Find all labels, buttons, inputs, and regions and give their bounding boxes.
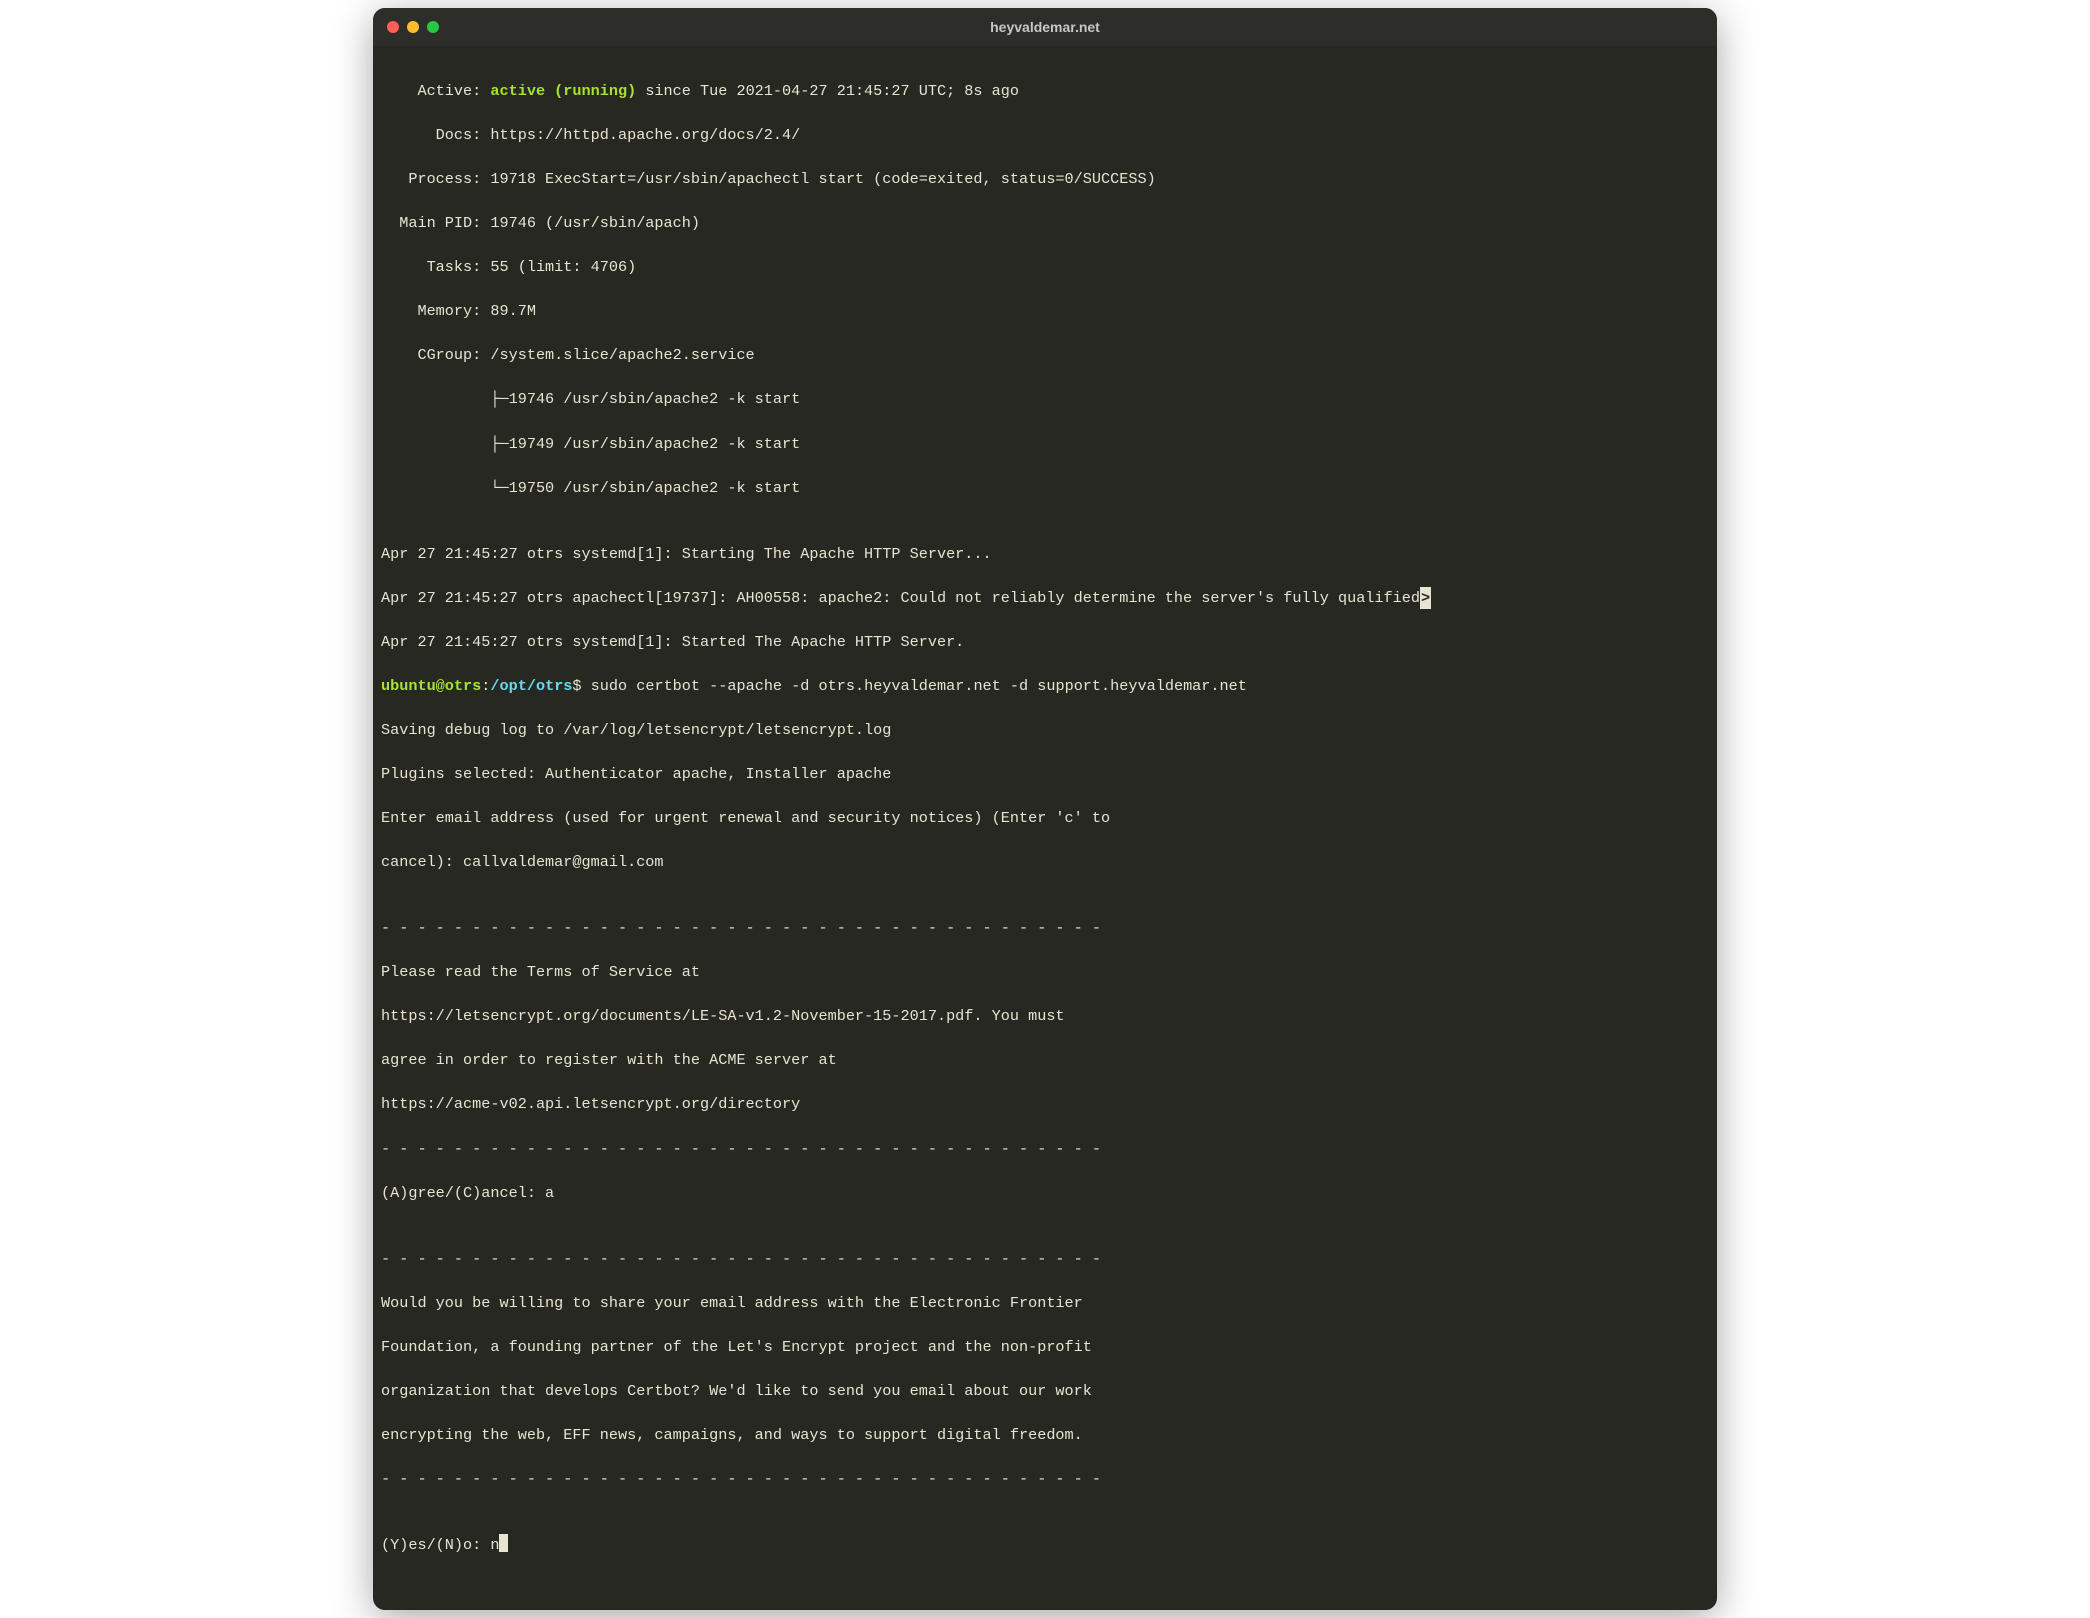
status-active-suffix: since Tue 2021-04-27 21:45:27 UTC; 8s ag…: [636, 82, 1019, 100]
status-active-value: active (running): [490, 82, 636, 100]
close-icon[interactable]: [387, 21, 399, 33]
command-input[interactable]: sudo certbot --apache -d otrs.heyvaldema…: [591, 677, 1247, 695]
prompt-dollar: $: [572, 677, 590, 695]
status-cgroup: CGroup: /system.slice/apache2.service: [381, 344, 1709, 366]
certbot-line: Plugins selected: Authenticator apache, …: [381, 763, 1709, 785]
cursor-icon: [499, 1534, 508, 1552]
dash-line: - - - - - - - - - - - - - - - - - - - - …: [381, 1248, 1709, 1270]
titlebar[interactable]: heyvaldemar.net: [373, 8, 1717, 46]
eff-line: encrypting the web, EFF news, campaigns,…: [381, 1424, 1709, 1446]
window-title: heyvaldemar.net: [373, 19, 1717, 35]
status-proc-1: ├─19746 /usr/sbin/apache2 -k start: [381, 388, 1709, 410]
log-line-2: Apr 27 21:45:27 otrs apachectl[19737]: A…: [381, 589, 1420, 607]
fullscreen-icon[interactable]: [427, 21, 439, 33]
certbot-line: Enter email address (used for urgent ren…: [381, 807, 1709, 829]
minimize-icon[interactable]: [407, 21, 419, 33]
prompt-user: ubuntu@otrs: [381, 677, 481, 695]
agree-prompt[interactable]: (A)gree/(C)ancel: a: [381, 1182, 1709, 1204]
dash-line: - - - - - - - - - - - - - - - - - - - - …: [381, 917, 1709, 939]
continuation-arrow-icon: >: [1420, 587, 1431, 609]
certbot-line: Saving debug log to /var/log/letsencrypt…: [381, 719, 1709, 741]
tos-line: Please read the Terms of Service at: [381, 961, 1709, 983]
tos-line: https://letsencrypt.org/documents/LE-SA-…: [381, 1005, 1709, 1027]
prompt-path: /opt/otrs: [490, 677, 572, 695]
dash-line: - - - - - - - - - - - - - - - - - - - - …: [381, 1138, 1709, 1160]
terminal-window: heyvaldemar.net Active: active (running)…: [373, 8, 1717, 1610]
status-active-label: Active:: [381, 82, 490, 100]
status-memory: Memory: 89.7M: [381, 300, 1709, 322]
tos-line: https://acme-v02.api.letsencrypt.org/dir…: [381, 1093, 1709, 1115]
traffic-lights: [387, 21, 439, 33]
status-process: Process: 19718 ExecStart=/usr/sbin/apach…: [381, 168, 1709, 190]
status-mainpid: Main PID: 19746 (/usr/sbin/apach): [381, 212, 1709, 234]
eff-line: Would you be willing to share your email…: [381, 1292, 1709, 1314]
status-proc-3: └─19750 /usr/sbin/apache2 -k start: [381, 477, 1709, 499]
status-proc-2: ├─19749 /usr/sbin/apache2 -k start: [381, 433, 1709, 455]
yn-prompt[interactable]: (Y)es/(N)o: n: [381, 1536, 499, 1554]
dash-line: - - - - - - - - - - - - - - - - - - - - …: [381, 1468, 1709, 1490]
log-line-3: Apr 27 21:45:27 otrs systemd[1]: Started…: [381, 631, 1709, 653]
eff-line: organization that develops Certbot? We'd…: [381, 1380, 1709, 1402]
tos-line: agree in order to register with the ACME…: [381, 1049, 1709, 1071]
eff-line: Foundation, a founding partner of the Le…: [381, 1336, 1709, 1358]
log-line-1: Apr 27 21:45:27 otrs systemd[1]: Startin…: [381, 543, 1709, 565]
status-docs: Docs: https://httpd.apache.org/docs/2.4/: [381, 124, 1709, 146]
terminal-content[interactable]: Active: active (running) since Tue 2021-…: [373, 46, 1717, 1610]
status-tasks: Tasks: 55 (limit: 4706): [381, 256, 1709, 278]
certbot-line: cancel): callvaldemar@gmail.com: [381, 851, 1709, 873]
